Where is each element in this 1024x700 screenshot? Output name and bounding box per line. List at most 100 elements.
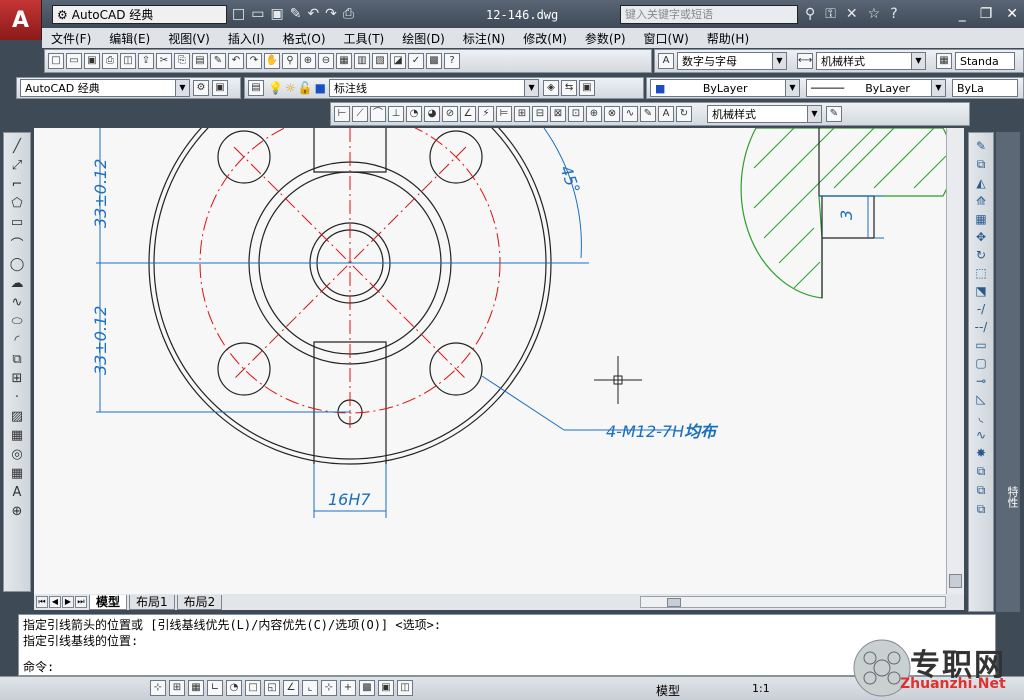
tolerance-icon[interactable]: ⊡ xyxy=(568,106,584,122)
dim-text-edit-icon[interactable]: A xyxy=(658,106,674,122)
search-input[interactable]: 键入关键字或短语 xyxy=(620,5,798,24)
print-icon[interactable]: ⎙ xyxy=(343,6,354,22)
prev-tab-icon[interactable]: ◀ xyxy=(49,596,61,608)
offset-icon[interactable]: ⟰ xyxy=(976,194,986,208)
quick-dim-icon[interactable]: ⚡ xyxy=(478,106,494,122)
dim-edit-icon[interactable]: ✎ xyxy=(640,106,656,122)
move-icon[interactable]: ✥ xyxy=(976,230,986,244)
linear-dim-icon[interactable]: ⊢ xyxy=(334,106,350,122)
lineweight-icon[interactable]: + xyxy=(340,680,356,696)
last-tab-icon[interactable]: ⏭ xyxy=(75,596,87,608)
calculator-icon[interactable]: ▩ xyxy=(426,53,442,69)
join-icon[interactable]: ⊸ xyxy=(976,374,986,388)
mtext-icon[interactable]: A xyxy=(13,485,22,500)
point-icon[interactable]: · xyxy=(15,390,19,405)
annotation-scale[interactable]: 1:1 xyxy=(752,682,770,695)
trim-icon[interactable]: -/ xyxy=(977,302,985,316)
break-icon[interactable]: ⊠ xyxy=(550,106,566,122)
space-icon[interactable]: ⊟ xyxy=(532,106,548,122)
add-selected-icon[interactable]: ⊕ xyxy=(12,504,23,519)
layer-state-icon[interactable]: ▣ xyxy=(579,80,596,96)
tab-layout2[interactable]: 布局2 xyxy=(176,594,223,610)
chamfer-icon[interactable]: ◺ xyxy=(976,392,985,406)
draw-order-back-icon[interactable]: ⧉ xyxy=(977,502,986,517)
lineweight-select[interactable]: ByLa xyxy=(952,79,1018,97)
redo-icon[interactable]: ↷ xyxy=(325,6,337,22)
dim-style-icon[interactable]: ⟷ xyxy=(797,53,813,69)
ortho-icon[interactable]: ∟ xyxy=(207,680,223,696)
star-icon[interactable]: ☆ xyxy=(868,6,881,22)
explode-icon[interactable]: ✸ xyxy=(976,446,986,460)
selection-cycling-icon[interactable]: ◫ xyxy=(397,680,413,696)
line-icon[interactable]: ╱ xyxy=(13,139,21,154)
publish-icon[interactable]: ⇪ xyxy=(138,53,154,69)
new-icon[interactable]: □ xyxy=(48,53,64,69)
make-block-icon[interactable]: ⊞ xyxy=(12,371,23,386)
restore-icon[interactable]: ❐ xyxy=(980,6,993,22)
circle-icon[interactable]: ◯ xyxy=(10,257,25,272)
tool-palettes-icon[interactable]: ▧ xyxy=(372,53,388,69)
grid-icon[interactable]: ▦ xyxy=(188,680,204,696)
rectangle-icon[interactable]: ▭ xyxy=(11,215,23,230)
menu-format[interactable]: 格式(O) xyxy=(274,30,335,47)
dyn-icon[interactable]: ⊹ xyxy=(321,680,337,696)
diameter-icon[interactable]: ⊘ xyxy=(442,106,458,122)
model-space-label[interactable]: 模型 xyxy=(656,682,680,699)
fillet-icon[interactable]: ◟ xyxy=(979,410,984,424)
print-icon[interactable]: ⎙ xyxy=(102,53,118,69)
gradient-icon[interactable]: ▦ xyxy=(11,428,23,443)
copy-icon[interactable]: ⎘ xyxy=(174,53,190,69)
blend-icon[interactable]: ∿ xyxy=(976,428,986,442)
paste-icon[interactable]: ▤ xyxy=(192,53,208,69)
zoom-realtime-icon[interactable]: ⚲ xyxy=(282,53,298,69)
center-mark-icon[interactable]: ⊕ xyxy=(586,106,602,122)
scale-icon[interactable]: ⬚ xyxy=(975,266,986,280)
menu-edit[interactable]: 编辑(E) xyxy=(100,30,159,47)
infer-constraints-icon[interactable]: ⊹ xyxy=(150,680,166,696)
table-style-icon[interactable]: ▦ xyxy=(936,53,952,69)
layer-manager-icon[interactable]: ▤ xyxy=(248,80,264,96)
application-menu-button[interactable]: A xyxy=(0,0,42,40)
close-icon[interactable]: ✕ xyxy=(1006,6,1018,22)
properties-icon[interactable]: ▦ xyxy=(336,53,352,69)
drawing-canvas[interactable]: 33±0.12 33±0.12 45° 16H7 4-M12-7H均布 3 xyxy=(34,128,946,594)
next-tab-icon[interactable]: ▶ xyxy=(62,596,74,608)
array-icon[interactable]: ▦ xyxy=(975,212,986,226)
jogged-icon[interactable]: ◕ xyxy=(424,106,440,122)
gear-icon[interactable]: ⚙ xyxy=(193,80,209,96)
linetype-select[interactable]: ───── ByLayer ▼ xyxy=(806,79,946,97)
menu-insert[interactable]: 插入(I) xyxy=(219,30,274,47)
draw-order-icon[interactable]: ⧉ xyxy=(977,464,986,479)
region-icon[interactable]: ◎ xyxy=(11,447,22,462)
inspect-icon[interactable]: ⊗ xyxy=(604,106,620,122)
workspace-settings-icon[interactable]: ▣ xyxy=(212,80,228,96)
dimension-style-select[interactable]: 机械样式 ▼ xyxy=(707,105,822,123)
saveas-icon[interactable]: ✎ xyxy=(290,6,302,22)
design-center-icon[interactable]: ▥ xyxy=(354,53,370,69)
tab-layout1[interactable]: 布局1 xyxy=(129,594,175,610)
undo-icon[interactable]: ↶ xyxy=(307,6,319,22)
3d-osnap-icon[interactable]: ◱ xyxy=(264,680,280,696)
polar-icon[interactable]: ◔ xyxy=(226,680,242,696)
break-icon[interactable]: ▢ xyxy=(975,356,986,370)
stretch-icon[interactable]: ⬔ xyxy=(975,284,986,298)
continue-icon[interactable]: ⊞ xyxy=(514,106,530,122)
menu-draw[interactable]: 绘图(D) xyxy=(393,30,454,47)
key-icon[interactable]: ⚿ xyxy=(825,6,836,22)
ducs-icon[interactable]: ⌞ xyxy=(302,680,318,696)
open-icon[interactable]: ▭ xyxy=(251,6,264,22)
zoom-window-icon[interactable]: ⊕ xyxy=(300,53,316,69)
text-style-icon[interactable]: A xyxy=(658,53,674,69)
pan-icon[interactable]: ✋ xyxy=(264,53,280,69)
menu-help[interactable]: 帮助(H) xyxy=(698,30,758,47)
radius-icon[interactable]: ◔ xyxy=(406,106,422,122)
dim-update-icon[interactable]: ↻ xyxy=(676,106,692,122)
snap-icon[interactable]: ⊞ xyxy=(169,680,185,696)
exchange-icon[interactable]: ✕ xyxy=(846,6,858,22)
layer-select[interactable]: 标注线 ▼ xyxy=(329,79,540,97)
command-prompt[interactable]: 命令: xyxy=(23,659,54,675)
vertical-scroll-thumb[interactable] xyxy=(949,574,962,588)
dim-style-select[interactable]: 机械样式 ▼ xyxy=(816,52,926,70)
table-icon[interactable]: ▦ xyxy=(11,466,23,481)
help-icon[interactable]: ? xyxy=(444,53,460,69)
